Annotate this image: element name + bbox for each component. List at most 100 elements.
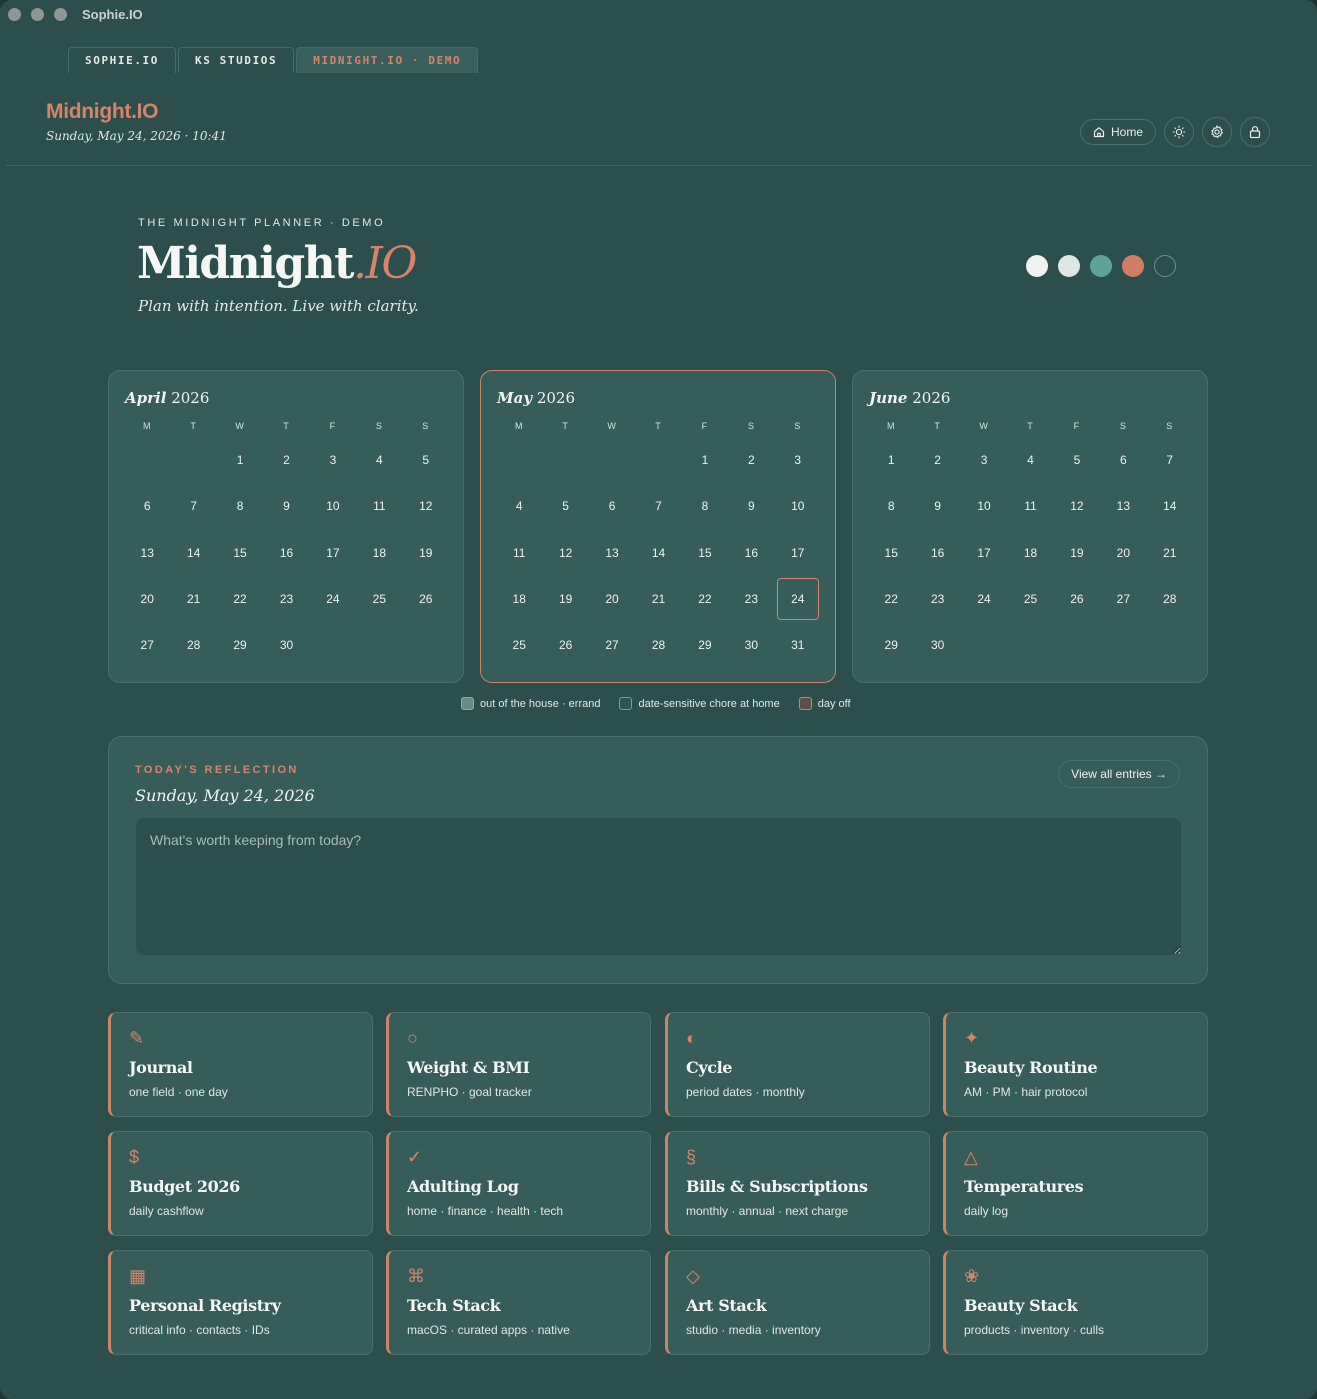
card-tech-stack[interactable]: ⌘ Tech Stack macOS · curated apps · native	[386, 1250, 651, 1355]
calendar-day[interactable]: 30	[728, 622, 774, 668]
calendar-day[interactable]: 26	[1054, 576, 1100, 622]
calendar-day[interactable]: 20	[1100, 530, 1146, 576]
calendar-day[interactable]: 9	[914, 483, 960, 529]
calendar-day[interactable]: 30	[914, 622, 960, 668]
calendar-day[interactable]: 22	[868, 576, 914, 622]
calendar-day[interactable]: 13	[589, 530, 635, 576]
calendar-day[interactable]: 13	[124, 530, 170, 576]
card-cycle[interactable]: ◐ Cycle period dates · monthly	[665, 1012, 930, 1117]
reflection-input[interactable]	[136, 818, 1181, 955]
calendar-day[interactable]: 2	[914, 437, 960, 483]
calendar-day[interactable]: 27	[124, 622, 170, 668]
theme-toggle-button[interactable]	[1164, 117, 1194, 147]
calendar-day[interactable]: 20	[589, 576, 635, 622]
calendar-day[interactable]: 4	[496, 483, 542, 529]
calendar-day[interactable]: 8	[868, 483, 914, 529]
calendar-day[interactable]: 5	[1054, 437, 1100, 483]
calendar-day[interactable]: 6	[589, 483, 635, 529]
calendar-day[interactable]: 16	[914, 530, 960, 576]
calendar-day[interactable]: 1	[682, 437, 728, 483]
calendar-day[interactable]: 9	[263, 483, 309, 529]
calendar-day[interactable]: 16	[263, 530, 309, 576]
calendar-day[interactable]: 4	[1007, 437, 1053, 483]
calendar-day[interactable]: 12	[1054, 483, 1100, 529]
card-temperatures[interactable]: △ Temperatures daily log	[943, 1131, 1208, 1236]
theme-swatch-1[interactable]	[1026, 255, 1048, 277]
zoom-window-button[interactable]	[54, 8, 67, 21]
calendar-day[interactable]: 10	[310, 483, 356, 529]
calendar-day[interactable]: 25	[496, 622, 542, 668]
calendar-day[interactable]: 15	[868, 530, 914, 576]
calendar-day[interactable]: 20	[124, 576, 170, 622]
calendar-day[interactable]: 21	[635, 576, 681, 622]
calendar-day[interactable]: 31	[775, 622, 821, 668]
calendar-day[interactable]: 29	[682, 622, 728, 668]
calendar-day[interactable]: 28	[170, 622, 216, 668]
calendar-day[interactable]: 18	[356, 530, 402, 576]
card-beauty-routine[interactable]: ✦ Beauty Routine AM · PM · hair protocol	[943, 1012, 1208, 1117]
calendar-day[interactable]: 13	[1100, 483, 1146, 529]
theme-swatch-4[interactable]	[1122, 255, 1144, 277]
calendar-day[interactable]: 14	[1147, 483, 1193, 529]
calendar-day[interactable]: 11	[1007, 483, 1053, 529]
card-beauty-stack[interactable]: ❀ Beauty Stack products · inventory · cull…	[943, 1250, 1208, 1355]
calendar-day[interactable]: 17	[961, 530, 1007, 576]
close-window-button[interactable]	[8, 8, 21, 21]
calendar-day[interactable]: 24	[961, 576, 1007, 622]
calendar-day[interactable]: 6	[1100, 437, 1146, 483]
calendar-day[interactable]: 3	[961, 437, 1007, 483]
view-all-entries-button[interactable]: View all entries →	[1058, 760, 1180, 788]
calendar-day[interactable]: 22	[217, 576, 263, 622]
calendar-day[interactable]: 22	[682, 576, 728, 622]
calendar-day[interactable]: 12	[542, 530, 588, 576]
calendar-day[interactable]: 14	[635, 530, 681, 576]
calendar-day[interactable]: 12	[403, 483, 449, 529]
calendar-day[interactable]: 14	[170, 530, 216, 576]
calendar-day[interactable]: 5	[542, 483, 588, 529]
calendar-day[interactable]: 26	[542, 622, 588, 668]
calendar-day[interactable]: 1	[868, 437, 914, 483]
calendar-day[interactable]: 3	[310, 437, 356, 483]
calendar-day[interactable]: 26	[403, 576, 449, 622]
card-weight-bmi[interactable]: ○ Weight & BMI RENPHO · goal tracker	[386, 1012, 651, 1117]
calendar-day[interactable]: 30	[263, 622, 309, 668]
lock-button[interactable]	[1240, 117, 1270, 147]
calendar-day[interactable]: 25	[356, 576, 402, 622]
calendar-day[interactable]: 23	[914, 576, 960, 622]
settings-button[interactable]	[1202, 117, 1232, 147]
calendar-day[interactable]: 2	[728, 437, 774, 483]
calendar-day[interactable]: 27	[589, 622, 635, 668]
calendar-day[interactable]: 29	[217, 622, 263, 668]
calendar-day[interactable]: 28	[635, 622, 681, 668]
calendar-day-today[interactable]: 24	[775, 576, 821, 622]
calendar-day[interactable]: 28	[1147, 576, 1193, 622]
calendar-day[interactable]: 10	[961, 483, 1007, 529]
calendar-day[interactable]: 7	[1147, 437, 1193, 483]
calendar-day[interactable]: 24	[310, 576, 356, 622]
calendar-day[interactable]: 6	[124, 483, 170, 529]
calendar-day[interactable]: 19	[542, 576, 588, 622]
card-bills-subscriptions[interactable]: § Bills & Subscriptions monthly · annual ·…	[665, 1131, 930, 1236]
calendar-day[interactable]: 7	[635, 483, 681, 529]
calendar-day[interactable]: 18	[1007, 530, 1053, 576]
card-adulting-log[interactable]: ✓ Adulting Log home · finance · health · t…	[386, 1131, 651, 1236]
card-journal[interactable]: ✎ Journal one field · one day	[108, 1012, 373, 1117]
calendar-day[interactable]: 11	[356, 483, 402, 529]
tab-sophie-io[interactable]: SOPHIE.IO	[68, 47, 177, 73]
calendar-day[interactable]: 7	[170, 483, 216, 529]
calendar-day[interactable]: 10	[775, 483, 821, 529]
theme-swatch-3[interactable]	[1090, 255, 1112, 277]
theme-swatch-5[interactable]	[1154, 255, 1176, 277]
calendar-day[interactable]: 18	[496, 576, 542, 622]
minimize-window-button[interactable]	[31, 8, 44, 21]
calendar-day[interactable]: 29	[868, 622, 914, 668]
card-art-stack[interactable]: ◇ Art Stack studio · media · inventory	[665, 1250, 930, 1355]
calendar-day[interactable]: 21	[1147, 530, 1193, 576]
calendar-day[interactable]: 19	[1054, 530, 1100, 576]
calendar-day[interactable]: 17	[310, 530, 356, 576]
calendar-day[interactable]: 23	[728, 576, 774, 622]
calendar-day[interactable]: 25	[1007, 576, 1053, 622]
calendar-day[interactable]: 2	[263, 437, 309, 483]
calendar-day[interactable]: 8	[682, 483, 728, 529]
home-button[interactable]: Home	[1079, 119, 1156, 145]
